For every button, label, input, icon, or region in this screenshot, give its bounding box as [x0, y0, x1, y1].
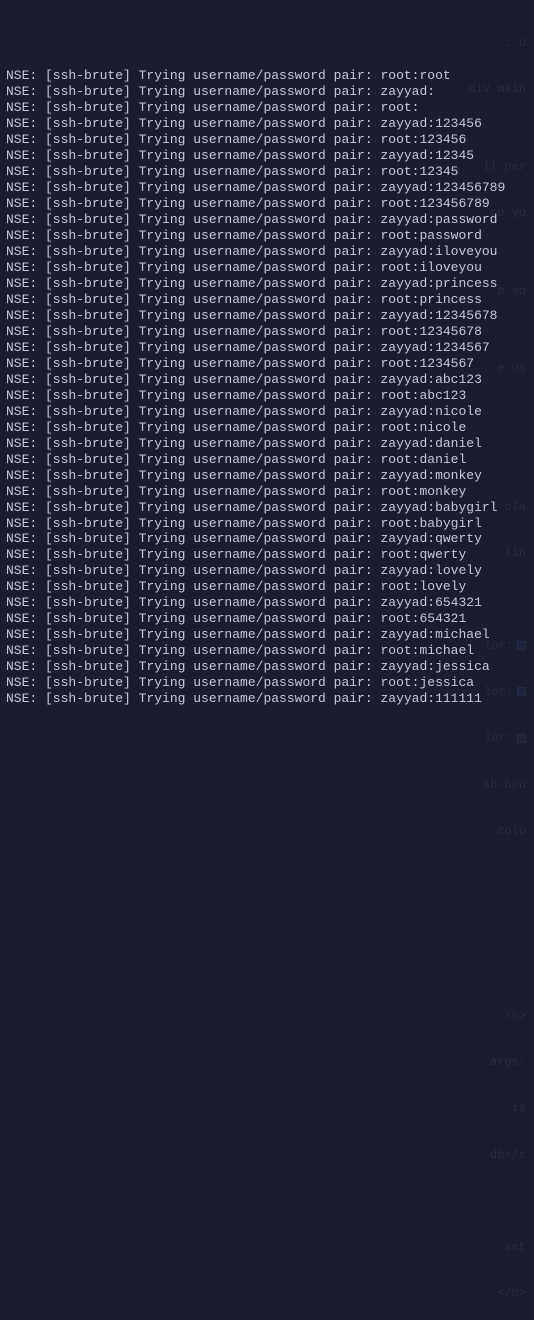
log-line: NSE: [ssh-brute] Trying username/passwor… [6, 148, 528, 164]
log-line: NSE: [ssh-brute] Trying username/passwor… [6, 659, 528, 675]
log-line: NSE: [ssh-brute] Trying username/passwor… [6, 420, 528, 436]
log-line: NSE: [ssh-brute] Trying username/passwor… [6, 116, 528, 132]
log-line: NSE: [ssh-brute] Trying username/passwor… [6, 388, 528, 404]
log-line: NSE: [ssh-brute] Trying username/passwor… [6, 579, 528, 595]
log-line: NSE: [ssh-brute] Trying username/passwor… [6, 292, 528, 308]
log-line: NSE: [ssh-brute] Trying username/passwor… [6, 563, 528, 579]
log-line: NSE: [ssh-brute] Trying username/passwor… [6, 611, 528, 627]
log-line: NSE: [ssh-brute] Trying username/passwor… [6, 404, 528, 420]
log-line: NSE: [ssh-brute] Trying username/passwor… [6, 691, 528, 707]
log-line: NSE: [ssh-brute] Trying username/passwor… [6, 244, 528, 260]
log-line: NSE: [ssh-brute] Trying username/passwor… [6, 212, 528, 228]
log-line: NSE: [ssh-brute] Trying username/passwor… [6, 372, 528, 388]
log-line: NSE: [ssh-brute] Trying username/passwor… [6, 324, 528, 340]
log-line: NSE: [ssh-brute] Trying username/passwor… [6, 276, 528, 292]
log-line: NSE: [ssh-brute] Trying username/passwor… [6, 164, 528, 180]
log-line: NSE: [ssh-brute] Trying username/passwor… [6, 452, 528, 468]
log-line: NSE: [ssh-brute] Trying username/passwor… [6, 547, 528, 563]
log-line: NSE: [ssh-brute] Trying username/passwor… [6, 516, 528, 532]
log-line: NSE: [ssh-brute] Trying username/passwor… [6, 84, 528, 100]
log-line: NSE: [ssh-brute] Trying username/passwor… [6, 484, 528, 500]
log-line: NSE: [ssh-brute] Trying username/passwor… [6, 500, 528, 516]
log-line: NSE: [ssh-brute] Trying username/passwor… [6, 356, 528, 372]
log-line: NSE: [ssh-brute] Trying username/passwor… [6, 468, 528, 484]
log-line: NSE: [ssh-brute] Trying username/passwor… [6, 308, 528, 324]
log-line: NSE: [ssh-brute] Trying username/passwor… [6, 627, 528, 643]
log-line: NSE: [ssh-brute] Trying username/passwor… [6, 228, 528, 244]
log-line: NSE: [ssh-brute] Trying username/passwor… [6, 100, 528, 116]
log-line: NSE: [ssh-brute] Trying username/passwor… [6, 340, 528, 356]
log-line: NSE: [ssh-brute] Trying username/passwor… [6, 595, 528, 611]
log-line: NSE: [ssh-brute] Trying username/passwor… [6, 180, 528, 196]
log-line: NSE: [ssh-brute] Trying username/passwor… [6, 68, 528, 84]
log-line: NSE: [ssh-brute] Trying username/passwor… [6, 436, 528, 452]
log-line: NSE: [ssh-brute] Trying username/passwor… [6, 196, 528, 212]
log-line: NSE: [ssh-brute] Trying username/passwor… [6, 643, 528, 659]
log-line: NSE: [ssh-brute] Trying username/passwor… [6, 260, 528, 276]
log-line: NSE: [ssh-brute] Trying username/passwor… [6, 132, 528, 148]
terminal-output: NSE: [ssh-brute] Trying username/passwor… [6, 68, 528, 707]
log-line: NSE: [ssh-brute] Trying username/passwor… [6, 531, 528, 547]
log-line: NSE: [ssh-brute] Trying username/passwor… [6, 675, 528, 691]
